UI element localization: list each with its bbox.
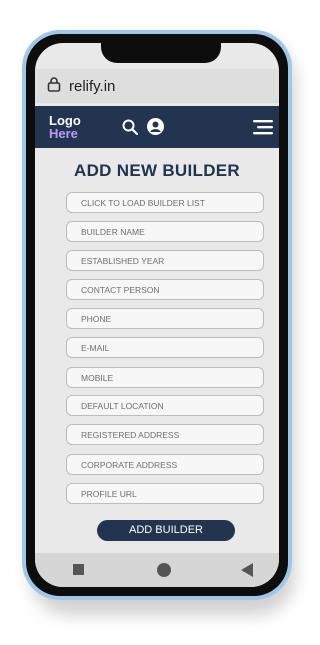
established-year-field[interactable] <box>66 250 264 271</box>
system-nav-bar <box>35 553 279 587</box>
builder-list-field[interactable] <box>66 192 264 213</box>
user-icon[interactable] <box>147 118 164 135</box>
builder-name-field[interactable] <box>66 221 264 242</box>
phone-frame: relify.in Logo Here ADD NEW BUILDER CLIC… <box>22 30 292 600</box>
mobile-field[interactable] <box>66 367 264 388</box>
logo[interactable]: Logo Here <box>49 114 81 140</box>
search-icon[interactable] <box>122 119 139 136</box>
add-builder-button[interactable]: ADD BUILDER <box>97 520 235 541</box>
nav-triangle-icon[interactable] <box>240 563 254 577</box>
phone-field[interactable] <box>66 308 264 329</box>
menu-icon[interactable] <box>253 119 273 135</box>
app-header: Logo Here <box>35 106 279 148</box>
phone-screen: relify.in Logo Here ADD NEW BUILDER CLIC… <box>35 43 279 587</box>
nav-circle-icon[interactable] <box>157 563 171 577</box>
logo-line2: Here <box>49 126 78 141</box>
phone-bezel: relify.in Logo Here ADD NEW BUILDER CLIC… <box>26 34 288 596</box>
url-text: relify.in <box>69 77 116 95</box>
profile-url-field[interactable] <box>66 483 264 504</box>
email-field[interactable] <box>66 337 264 358</box>
contact-person-field[interactable] <box>66 279 264 300</box>
camera-notch <box>101 43 221 63</box>
browser-url-bar[interactable]: relify.in <box>35 69 279 103</box>
registered-address-field[interactable] <box>66 424 264 445</box>
corporate-address-field[interactable] <box>66 454 264 475</box>
page-title: ADD NEW BUILDER <box>74 161 240 180</box>
lock-icon <box>47 76 61 97</box>
default-location-field[interactable] <box>66 395 264 416</box>
nav-square-icon[interactable] <box>73 564 84 575</box>
